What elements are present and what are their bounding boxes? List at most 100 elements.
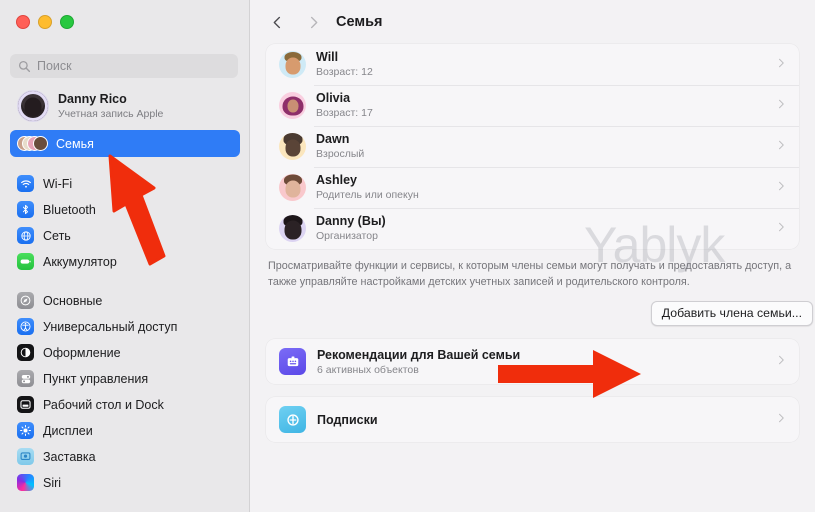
- sidebar-item-label: Рабочий стол и Dock: [43, 397, 164, 412]
- sidebar-item-label: Аккумулятор: [43, 254, 117, 269]
- screensaver-icon: [17, 448, 34, 465]
- sidebar-item-label: Основные: [43, 293, 103, 308]
- bluetooth-icon: [17, 201, 34, 218]
- chevron-right-icon: [775, 220, 787, 238]
- member-name: Olivia: [316, 91, 351, 106]
- avatar: [279, 51, 306, 78]
- minimize-button[interactable]: [38, 15, 52, 29]
- member-role: Возраст: 17: [316, 107, 373, 120]
- sidebar: Поиск Danny Rico Учетная запись Apple Се…: [0, 0, 250, 512]
- member-name: Ashley: [316, 173, 357, 188]
- control-center-icon: [17, 370, 34, 387]
- member-name: Will: [316, 50, 339, 65]
- search-placeholder: Поиск: [37, 58, 72, 73]
- avatar: [279, 174, 306, 201]
- add-member-row: Добавить члена семьи...: [250, 290, 815, 327]
- chevron-right-icon: [775, 411, 787, 429]
- sidebar-divider-1: [0, 158, 250, 170]
- section-title: Подписки: [317, 412, 378, 427]
- table-row[interactable]: Olivia Возраст: 17: [266, 85, 799, 126]
- subscriptions-card: Подписки: [266, 397, 799, 443]
- zoom-button[interactable]: [60, 15, 74, 29]
- sidebar-scroll[interactable]: Danny Rico Учетная запись Apple Семья Wi…: [0, 86, 250, 512]
- chevron-right-icon: [775, 353, 787, 371]
- sidebar-item-label: Оформление: [43, 345, 121, 360]
- battery-icon: [17, 253, 34, 270]
- sidebar-item-bluetooth[interactable]: Bluetooth: [10, 197, 240, 222]
- member-name: Danny (Вы): [316, 214, 386, 229]
- appearance-icon: [17, 344, 34, 361]
- sidebar-item-label: Сеть: [43, 228, 71, 243]
- subscriptions-icon: [279, 406, 306, 434]
- sidebar-item-label: Дисплеи: [43, 423, 93, 438]
- search-field[interactable]: Поиск: [10, 54, 238, 78]
- sidebar-item-label: Bluetooth: [43, 202, 96, 217]
- add-family-member-button[interactable]: Добавить члена семьи...: [650, 301, 813, 327]
- member-role: Родитель или опекун: [316, 189, 419, 202]
- member-role: Организатор: [316, 230, 378, 243]
- member-role: Взрослый: [316, 148, 365, 161]
- chevron-left-icon[interactable]: [266, 11, 288, 33]
- recommendations-icon: [279, 348, 306, 376]
- sidebar-item-wifi[interactable]: Wi-Fi: [10, 171, 240, 196]
- chevron-right-icon: [775, 179, 787, 197]
- sidebar-item-label: Пункт управления: [43, 371, 149, 386]
- chevron-right-icon: [775, 56, 787, 74]
- chevron-right-icon: [775, 138, 787, 156]
- account-name: Danny Rico: [58, 92, 127, 107]
- section-subtitle: 6 активных объектов: [317, 363, 419, 376]
- sidebar-item-siri[interactable]: Siri: [10, 470, 240, 495]
- family-icon: [17, 135, 51, 152]
- sidebar-item-label: Siri: [43, 475, 62, 490]
- table-row[interactable]: Will Возраст: 12: [266, 44, 799, 85]
- siri-icon: [17, 474, 34, 491]
- avatar: [279, 92, 306, 119]
- sidebar-item-general[interactable]: Основные: [10, 288, 240, 313]
- list-item[interactable]: Подписки: [266, 397, 799, 442]
- wifi-icon: [17, 175, 34, 192]
- sidebar-item-apple-account[interactable]: Danny Rico Учетная запись Apple: [10, 86, 240, 126]
- general-icon: [17, 292, 34, 309]
- table-row[interactable]: Danny (Вы) Организатор: [266, 208, 799, 249]
- displays-icon: [17, 422, 34, 439]
- navigation-bar: Семья: [250, 0, 815, 44]
- avatar: [279, 133, 306, 160]
- network-icon: [17, 227, 34, 244]
- sidebar-item-battery[interactable]: Аккумулятор: [10, 249, 240, 274]
- avatar: [279, 215, 306, 242]
- sidebar-item-network[interactable]: Сеть: [10, 223, 240, 248]
- section-title: Рекомендации для Вашей семьи: [317, 347, 521, 362]
- member-name: Dawn: [316, 132, 350, 147]
- sidebar-item-label: Семья: [56, 136, 94, 151]
- member-role: Возраст: 12: [316, 66, 373, 79]
- avatar: [17, 90, 49, 122]
- sidebar-item-accessibility[interactable]: Универсальный доступ: [10, 314, 240, 339]
- window-traffic-lights: [16, 15, 74, 29]
- close-button[interactable]: [16, 15, 30, 29]
- recommendations-card: Рекомендации для Вашей семьи 6 активных …: [266, 339, 799, 385]
- system-settings-window: Поиск Danny Rico Учетная запись Apple Се…: [0, 0, 815, 512]
- table-row[interactable]: Ashley Родитель или опекун: [266, 167, 799, 208]
- sidebar-item-control-center[interactable]: Пункт управления: [10, 366, 240, 391]
- sidebar-item-family[interactable]: Семья: [10, 130, 240, 157]
- sidebar-item-appearance[interactable]: Оформление: [10, 340, 240, 365]
- sidebar-item-screensaver[interactable]: Заставка: [10, 444, 240, 469]
- sidebar-item-label: Универсальный доступ: [43, 319, 178, 334]
- list-item[interactable]: Рекомендации для Вашей семьи 6 активных …: [266, 339, 799, 384]
- accessibility-icon: [17, 318, 34, 335]
- sidebar-divider-2: [0, 275, 250, 287]
- search-icon: [18, 60, 31, 73]
- sidebar-item-label: Wi-Fi: [43, 176, 73, 191]
- sidebar-item-label: Заставка: [43, 449, 96, 464]
- desktop-dock-icon: [17, 396, 34, 413]
- sidebar-item-desktop-dock[interactable]: Рабочий стол и Dock: [10, 392, 240, 417]
- sidebar-item-displays[interactable]: Дисплеи: [10, 418, 240, 443]
- main-content: Семья Will Возраст: 12 Olivia Возраст: 1…: [250, 0, 815, 512]
- table-row[interactable]: Dawn Взрослый: [266, 126, 799, 167]
- page-title: Семья: [336, 14, 383, 30]
- chevron-right-icon: [775, 97, 787, 115]
- account-subtitle: Учетная запись Apple: [58, 107, 164, 120]
- chevron-right-icon[interactable]: [302, 11, 324, 33]
- family-description: Просматривайте функции и сервисы, к кото…: [268, 260, 792, 289]
- family-members-card: Will Возраст: 12 Olivia Возраст: 17 Dawn…: [266, 44, 799, 249]
